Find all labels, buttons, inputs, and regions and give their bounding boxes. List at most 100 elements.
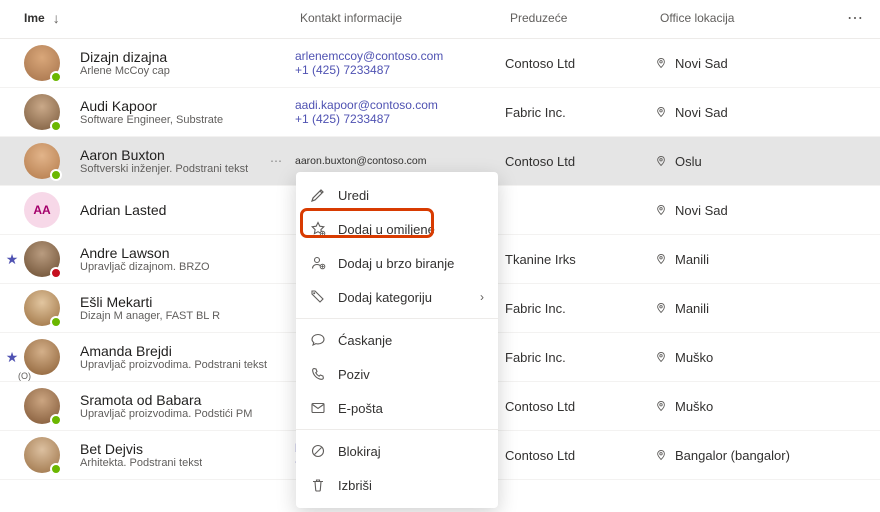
cell-name: AAAdrian Lasted xyxy=(24,192,300,228)
favorite-star-slot[interactable]: ★ xyxy=(0,349,24,366)
header-col-company[interactable]: Preduzeće xyxy=(510,11,660,25)
menu-edit[interactable]: Uredi xyxy=(296,178,498,212)
contact-subtitle: Software Engineer, Substrate xyxy=(80,114,223,126)
cell-office: Novi Sad xyxy=(655,105,825,120)
avatar[interactable] xyxy=(24,290,60,326)
office-text: Bangalor (bangalor) xyxy=(675,448,790,463)
menu-add-favorite[interactable]: Dodaj u omiljene xyxy=(296,212,498,246)
location-pin-icon xyxy=(655,204,667,216)
star-add-icon xyxy=(310,221,326,237)
presence-available-icon xyxy=(50,463,62,475)
table-row[interactable]: Audi KapoorSoftware Engineer, Substrate⋯… xyxy=(0,88,880,137)
row-more-icon[interactable]: ⋯ xyxy=(270,154,283,168)
menu-email-label: E-pošta xyxy=(338,401,383,416)
header-col-office[interactable]: Office lokacija xyxy=(660,11,830,25)
location-pin-icon xyxy=(655,253,667,265)
contact-name: Aaron Buxton xyxy=(80,147,248,163)
cell-company: Contoso Ltd xyxy=(505,448,655,463)
presence-available-icon xyxy=(50,169,62,181)
menu-speed-dial[interactable]: Dodaj u brzo biranje xyxy=(296,246,498,280)
office-text: Muško xyxy=(675,350,713,365)
phone-icon xyxy=(310,366,326,382)
header-more-icon[interactable]: ⋯ xyxy=(847,8,864,28)
avatar[interactable] xyxy=(24,143,60,179)
presence-available-icon xyxy=(50,120,62,132)
office-text: Novi Sad xyxy=(675,56,728,71)
location-pin-icon xyxy=(655,106,667,118)
contact-name: Audi Kapoor xyxy=(80,98,223,114)
office-text: Manili xyxy=(675,252,709,267)
cell-name: Aaron BuxtonSoftverski inženjer. Podstra… xyxy=(24,143,300,179)
contact-subtitle: Upravljač dizajnom. BRZO xyxy=(80,261,210,273)
contact-name: Bet Dejvis xyxy=(80,441,202,457)
cell-company: Tkanine Irks xyxy=(505,252,655,267)
menu-chat[interactable]: Ćaskanje xyxy=(296,323,498,357)
menu-email[interactable]: E-pošta xyxy=(296,391,498,425)
cell-office: Oslu xyxy=(655,154,825,169)
menu-edit-label: Uredi xyxy=(338,188,369,203)
avatar[interactable] xyxy=(24,241,60,277)
contact-name: Andre Lawson xyxy=(80,245,210,261)
office-text: Manili xyxy=(675,301,709,316)
menu-separator xyxy=(296,318,498,319)
avatar[interactable] xyxy=(24,45,60,81)
office-text: Novi Sad xyxy=(675,105,728,120)
header-col-contact[interactable]: Kontakt informacije xyxy=(300,11,510,25)
contact-subtitle: Dizajn M anager, FAST BL R xyxy=(80,310,220,322)
location-pin-icon xyxy=(655,155,667,167)
cell-contact: aadi.kapoor@contoso.com+1 (425) 7233487 xyxy=(295,98,505,126)
star-filled-icon: ★ xyxy=(6,349,19,366)
cell-office: Manili xyxy=(655,252,825,267)
menu-chat-label: Ćaskanje xyxy=(338,333,392,348)
contact-email[interactable]: aadi.kapoor@contoso.com xyxy=(295,98,505,112)
contact-phone[interactable]: +1 (425) 7233487 xyxy=(295,112,505,126)
mail-icon xyxy=(310,400,326,416)
chevron-right-icon: › xyxy=(480,290,484,304)
contact-name: Sramota od Babara xyxy=(80,392,252,408)
header-col-name[interactable]: Ime ↓ xyxy=(0,10,300,26)
contact-email[interactable]: aaron.buxton@contoso.com xyxy=(295,155,505,167)
cell-name: (O)Amanda BrejdiUpravljač proizvodima. P… xyxy=(24,339,300,375)
avatar[interactable] xyxy=(24,437,60,473)
star-filled-icon: ★ xyxy=(6,251,19,268)
menu-add-category[interactable]: Dodaj kategoriju › xyxy=(296,280,498,314)
menu-category-label: Dodaj kategoriju xyxy=(338,290,432,305)
person-add-icon xyxy=(310,255,326,271)
contact-subtitle: Upravljač proizvodima. Podstrani tekst xyxy=(80,359,267,371)
cell-name: Dizajn dizajnaArlene McCoy cap xyxy=(24,45,300,81)
avatar[interactable]: (O) xyxy=(24,339,60,375)
avatar[interactable]: AA xyxy=(24,192,60,228)
menu-call-label: Poziv xyxy=(338,367,370,382)
contact-email[interactable]: arlenemccoy@contoso.com xyxy=(295,49,505,63)
presence-available-icon xyxy=(50,316,62,328)
contact-subtitle: Upravljač proizvodima. Podstići PM xyxy=(80,408,252,420)
contact-phone[interactable]: +1 (425) 7233487 xyxy=(295,63,505,77)
cell-name: Bet DejvisArhitekta. Podstrani tekst xyxy=(24,437,300,473)
avatar-badge: (O) xyxy=(18,371,31,381)
location-pin-icon xyxy=(655,57,667,69)
table-row[interactable]: Dizajn dizajnaArlene McCoy cap⋯arlenemcc… xyxy=(0,39,880,88)
avatar[interactable] xyxy=(24,388,60,424)
menu-speed-dial-label: Dodaj u brzo biranje xyxy=(338,256,454,271)
cell-name: Audi KapoorSoftware Engineer, Substrate xyxy=(24,94,300,130)
office-text: Muško xyxy=(675,399,713,414)
menu-block-label: Blokiraj xyxy=(338,444,381,459)
table-header: Ime ↓ Kontakt informacije Preduzeće Offi… xyxy=(0,0,880,39)
presence-available-icon xyxy=(50,71,62,83)
contact-subtitle: Arlene McCoy cap xyxy=(80,65,170,77)
menu-delete[interactable]: Izbriši xyxy=(296,468,498,502)
avatar[interactable] xyxy=(24,94,60,130)
menu-call[interactable]: Poziv xyxy=(296,357,498,391)
cell-office: Novi Sad xyxy=(655,56,825,71)
cell-office: Muško xyxy=(655,399,825,414)
location-pin-icon xyxy=(655,302,667,314)
cell-name: Andre LawsonUpravljač dizajnom. BRZO xyxy=(24,241,300,277)
contact-subtitle: Arhitekta. Podstrani tekst xyxy=(80,457,202,469)
cell-office: Muško xyxy=(655,350,825,365)
favorite-star-slot[interactable]: ★ xyxy=(0,251,24,268)
presence-available-icon xyxy=(50,414,62,426)
contact-name: Dizajn dizajna xyxy=(80,49,170,65)
location-pin-icon xyxy=(655,400,667,412)
cell-company: Fabric Inc. xyxy=(505,301,655,316)
menu-block[interactable]: Blokiraj xyxy=(296,434,498,468)
